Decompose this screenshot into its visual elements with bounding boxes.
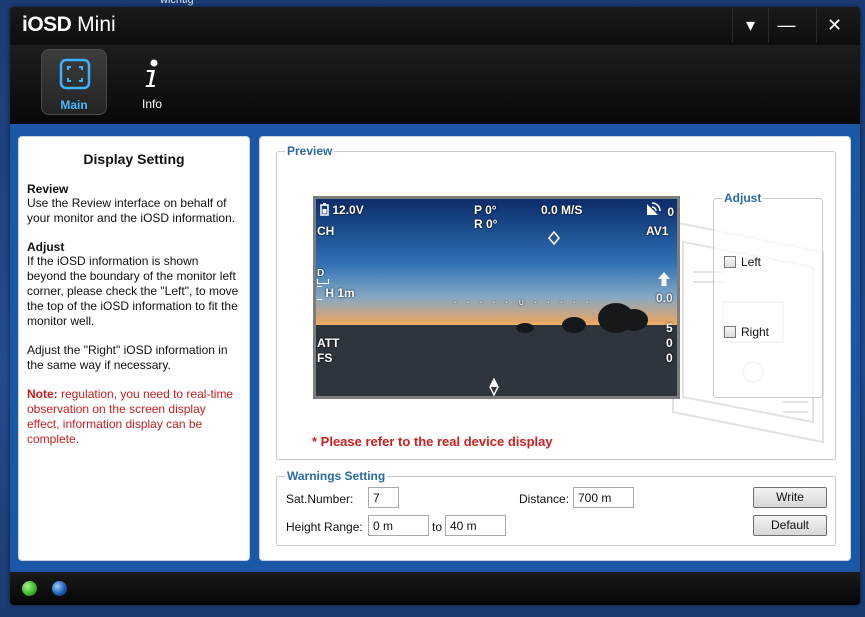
help-title: Display Setting: [83, 151, 185, 167]
note-text: Note: regulation, you need to real-time …: [27, 387, 241, 447]
main-content: Display Setting Review Use the Review in…: [10, 124, 860, 572]
tab-main-label: Main: [60, 98, 88, 112]
osd-distance-label: D: [317, 268, 325, 279]
minimize-button[interactable]: —: [768, 7, 804, 43]
osd-av: AV1: [646, 224, 669, 238]
app-logo: iOSD Mini: [22, 13, 116, 37]
right-checkbox[interactable]: [724, 326, 736, 338]
osd-fs: FS: [317, 351, 333, 365]
horizon-line: · · · · · ∪ · · · · ·: [454, 298, 593, 307]
osd-pitch: P 0°: [474, 203, 497, 217]
right-checkbox-label: Right: [741, 325, 770, 339]
status-bar: [10, 572, 860, 605]
height-range-label: Height Range:: [286, 520, 363, 534]
height-min-input[interactable]: 0 m: [368, 515, 429, 536]
tree-shape: [562, 317, 586, 333]
default-button[interactable]: Default: [753, 515, 827, 536]
osd-voltage: 12.0V: [332, 203, 364, 217]
distance-label: Distance:: [519, 492, 570, 506]
osd-height-value: H 1m: [325, 286, 355, 300]
desktop-label: wichtig: [160, 0, 194, 6]
tree-shape: [620, 309, 648, 331]
toolbar: Main Info: [10, 45, 860, 124]
osd-battery: 12.0V: [320, 203, 364, 217]
refer-note: * Please refer to the real device displa…: [312, 434, 553, 449]
osd-height: H 1m: [317, 286, 355, 300]
osd-distance: D: [317, 265, 329, 284]
note-label: Note:: [27, 387, 58, 401]
tab-main[interactable]: Main: [41, 49, 107, 115]
vertical-speed-arrow-icon: [658, 272, 670, 286]
osd-value-1: 5: [666, 321, 673, 335]
osd-ch: CH: [317, 224, 335, 238]
help-panel: Display Setting Review Use the Review in…: [18, 136, 250, 561]
device-status-indicator: [52, 581, 67, 596]
warnings-group: Warnings Setting Sat.Number: 7 Distance:…: [276, 469, 836, 546]
height-bracket-icon: [317, 286, 322, 300]
tab-info[interactable]: Info: [119, 49, 185, 115]
osd-preview-screen: 12.0V CH P 0° R 0° 0.0 M/S 0 AV1 D H 1m …: [313, 196, 680, 399]
review-heading: Review: [27, 182, 69, 196]
osd-sats: 0: [667, 205, 675, 219]
app-window: iOSD Mini ▾ — ✕ Main Info Display Settin…: [10, 7, 860, 605]
osd-roll: R 0°: [474, 217, 498, 231]
sat-number-input[interactable]: 7: [368, 487, 399, 508]
osd-speed: 0.0 M/S: [541, 203, 583, 217]
adjust-text: If the iOSD information is shown beyond …: [27, 254, 239, 328]
warnings-title: Warnings Setting: [285, 469, 388, 483]
app-logo-light: Mini: [71, 13, 116, 36]
app-logo-bold: iOSD: [22, 13, 72, 36]
left-checkbox[interactable]: [724, 256, 736, 268]
osd-vertical-speed: 0.0: [656, 291, 673, 305]
adjust-title: Adjust: [722, 191, 764, 205]
connection-status-indicator: [22, 581, 37, 596]
preview-title: Preview: [285, 144, 335, 158]
write-button[interactable]: Write: [753, 487, 827, 508]
adjust-text-right: Adjust the "Right" iOSD information in t…: [27, 343, 228, 372]
satellite-icon: [647, 202, 661, 215]
heading-arrow-icon: [489, 378, 499, 396]
settings-panel: Preview 12.0V CH P 0° R 0° 0.0 M/S 0 AV1…: [259, 136, 851, 561]
left-checkbox-label: Left: [741, 255, 762, 269]
height-max-input[interactable]: 40 m: [445, 515, 506, 536]
minimize-icon: —: [777, 14, 796, 35]
battery-icon: [320, 203, 329, 216]
dropdown-button[interactable]: ▾: [732, 7, 768, 43]
tree-shape: [516, 323, 534, 333]
osd-value-3: 0: [666, 351, 673, 365]
osd-att: ATT: [317, 336, 340, 350]
info-icon: [145, 59, 158, 87]
close-button[interactable]: ✕: [816, 7, 852, 43]
adjust-group: Adjust Left Right: [713, 191, 823, 398]
tab-info-label: Info: [141, 97, 162, 111]
home-diamond-icon: [548, 231, 560, 245]
to-label: to: [432, 520, 443, 534]
left-checkbox-row[interactable]: Left: [724, 255, 761, 269]
main-icon: [59, 58, 91, 90]
chevron-down-icon: ▾: [745, 14, 756, 35]
review-text: Use the Review interface on behalf of yo…: [27, 196, 236, 225]
distance-input[interactable]: 700 m: [573, 487, 634, 508]
adjust-heading: Adjust: [27, 240, 65, 254]
close-icon: ✕: [826, 14, 843, 35]
preview-group: Preview 12.0V CH P 0° R 0° 0.0 M/S 0 AV1…: [276, 144, 836, 460]
sat-number-label: Sat.Number:: [286, 492, 354, 506]
distance-bracket-icon: [317, 279, 329, 284]
osd-satellite: 0: [644, 201, 674, 219]
osd-value-2: 0: [666, 336, 673, 350]
title-bar: iOSD Mini ▾ — ✕: [10, 7, 860, 45]
right-checkbox-row[interactable]: Right: [724, 325, 769, 339]
note-body: regulation, you need to real-time observ…: [27, 387, 234, 446]
